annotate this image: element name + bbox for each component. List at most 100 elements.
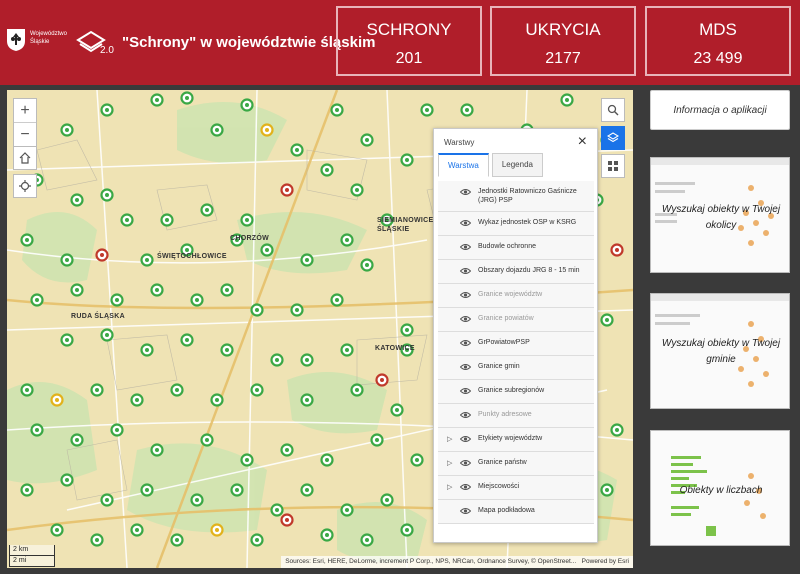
layer-label: Punkty adresowe xyxy=(478,411,532,418)
marker-dot xyxy=(355,188,359,192)
layer-item[interactable]: Budowle ochronne xyxy=(438,236,594,260)
layer-label: GrPowiatowPSP xyxy=(478,339,530,346)
marker-dot xyxy=(235,488,239,492)
marker-dot xyxy=(215,528,219,532)
card-search-commune[interactable]: Wyszukaj obiekty w Twojej gminie xyxy=(650,293,790,409)
marker-dot xyxy=(155,448,159,452)
marker-dot xyxy=(175,538,179,542)
layer-label: Budowle ochronne xyxy=(478,243,536,250)
layer-label: Etykiety województw xyxy=(478,435,543,442)
zoom-out-button[interactable]: − xyxy=(14,123,36,147)
tab-legenda[interactable]: Legenda xyxy=(491,153,543,177)
marker-dot xyxy=(105,193,109,197)
marker-dot xyxy=(325,458,329,462)
scale-bar-mi: 2 mi xyxy=(9,556,55,567)
marker-dot xyxy=(365,538,369,542)
marker-dot xyxy=(145,488,149,492)
marker-dot xyxy=(115,428,119,432)
powered-by[interactable]: Powered by Esri xyxy=(582,558,629,565)
visibility-eye-icon[interactable] xyxy=(460,363,471,371)
zoom-control: + − xyxy=(13,98,37,148)
marker-dot xyxy=(175,388,179,392)
marker-dot xyxy=(615,248,619,252)
layer-item[interactable]: Jednostki Ratowniczo Gaśnicze (JRG) PSP xyxy=(438,181,594,212)
expand-icon[interactable]: ▷ xyxy=(447,459,452,468)
marker-dot xyxy=(355,388,359,392)
marker-dot xyxy=(380,378,384,382)
marker-dot xyxy=(105,108,109,112)
visibility-eye-icon[interactable] xyxy=(460,435,471,443)
visibility-eye-icon[interactable] xyxy=(460,267,471,275)
basemap-gallery-button[interactable] xyxy=(601,154,625,178)
card-label: Wyszukaj obiekty w Twojej okolicy xyxy=(661,204,781,231)
marker-dot xyxy=(425,108,429,112)
visibility-eye-icon[interactable] xyxy=(460,243,471,251)
tab-warstwa[interactable]: Warstwa xyxy=(438,153,489,177)
marker-dot xyxy=(105,333,109,337)
layer-item[interactable]: Wykaz jednostek OSP w KSRG xyxy=(438,212,594,236)
visibility-eye-icon[interactable] xyxy=(460,507,471,515)
card-search-nearby[interactable]: Wyszukaj obiekty w Twojej okolicy xyxy=(650,157,790,273)
panel-tabs: Warstwa Legenda xyxy=(438,153,546,177)
marker-dot xyxy=(145,348,149,352)
visibility-eye-icon[interactable] xyxy=(460,411,471,419)
marker-dot xyxy=(265,248,269,252)
visibility-eye-icon[interactable] xyxy=(460,188,471,196)
layer-item[interactable]: Mapa podkładowa xyxy=(438,500,594,524)
visibility-eye-icon[interactable] xyxy=(460,459,471,467)
marker-dot xyxy=(185,248,189,252)
attribution-text: Sources: Esri, HERE, DeLorme, increment … xyxy=(285,558,577,565)
layer-item[interactable]: Granice subregionów xyxy=(438,380,594,404)
layer-item[interactable]: Obszary dojazdu JRG 8 - 15 min xyxy=(438,260,594,284)
visibility-eye-icon[interactable] xyxy=(460,483,471,491)
marker-dot xyxy=(185,96,189,100)
coat-of-arms-logo xyxy=(7,29,25,51)
layer-item[interactable]: ▷ Etykiety województw xyxy=(438,428,594,452)
layers-button[interactable] xyxy=(601,126,625,150)
layer-item[interactable]: GrPowiatowPSP xyxy=(438,332,594,356)
layer-item[interactable]: ▷ Miejscowości xyxy=(438,476,594,500)
marker-dot xyxy=(25,488,29,492)
home-button[interactable] xyxy=(13,146,37,170)
scale-bar-km: 2 km xyxy=(9,545,55,556)
marker-dot xyxy=(285,518,289,522)
expand-icon[interactable]: ▷ xyxy=(447,435,452,444)
stat-label: SCHRONY xyxy=(366,20,452,39)
close-icon[interactable]: × xyxy=(578,133,587,151)
marker-dot xyxy=(105,498,109,502)
visibility-eye-icon[interactable] xyxy=(460,387,471,395)
zoom-in-button[interactable]: + xyxy=(14,99,36,123)
visibility-eye-icon[interactable] xyxy=(460,219,471,227)
layer-item[interactable]: ▷ Granice państw xyxy=(438,452,594,476)
expand-icon[interactable]: ▷ xyxy=(447,483,452,492)
map-label: RUDA ŚLĄSKA xyxy=(71,313,125,320)
search-button[interactable] xyxy=(601,98,625,122)
visibility-eye-icon[interactable] xyxy=(460,291,471,299)
marker-dot xyxy=(395,408,399,412)
marker-dot xyxy=(135,398,139,402)
marker-dot xyxy=(145,258,149,262)
marker-dot xyxy=(305,488,309,492)
layer-item[interactable]: Granice województw xyxy=(438,284,594,308)
app-info-button[interactable]: Informacja o aplikacji xyxy=(650,90,790,130)
layer-item[interactable]: Granice powiatów xyxy=(438,308,594,332)
version-label: 2.0 xyxy=(100,45,114,56)
stat-value: 23 499 xyxy=(693,50,743,67)
locate-button[interactable] xyxy=(13,174,37,198)
marker-dot xyxy=(345,238,349,242)
marker-dot xyxy=(605,318,609,322)
marker-dot xyxy=(95,388,99,392)
stat-label: UKRYCIA xyxy=(525,20,601,39)
visibility-eye-icon[interactable] xyxy=(460,315,471,323)
marker-dot xyxy=(565,98,569,102)
map-label: SIEMIANOWICE ŚLĄSKIE xyxy=(377,217,434,233)
marker-dot xyxy=(405,528,409,532)
marker-dot xyxy=(205,438,209,442)
layer-item[interactable]: Punkty adresowe xyxy=(438,404,594,428)
visibility-eye-icon[interactable] xyxy=(460,339,471,347)
card-label: Wyszukaj obiekty w Twojej gminie xyxy=(661,338,781,365)
layer-label: Obszary dojazdu JRG 8 - 15 min xyxy=(478,267,580,274)
layer-item[interactable]: Granice gmin xyxy=(438,356,594,380)
card-statistics[interactable]: Obiekty w liczbach xyxy=(650,430,790,546)
marker-dot xyxy=(325,168,329,172)
